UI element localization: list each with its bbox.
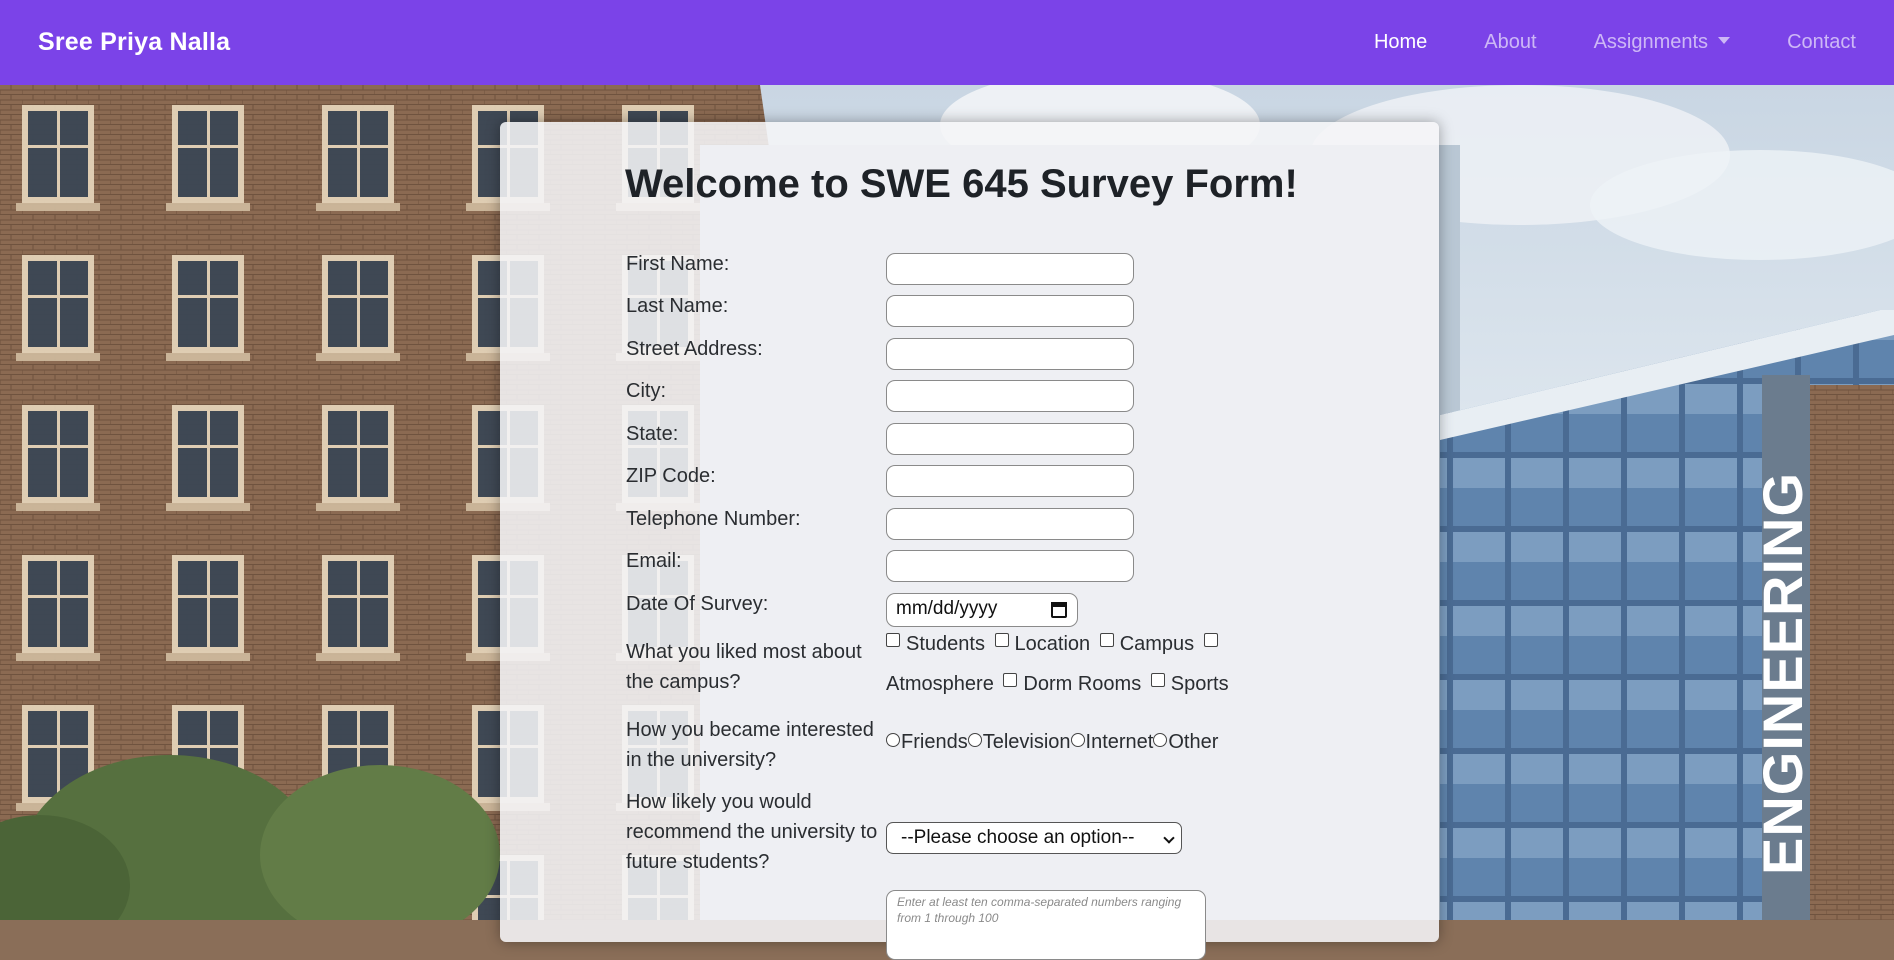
liked-most-options-row1: Students Location Campus bbox=[886, 633, 1224, 656]
atmosphere-checkbox[interactable] bbox=[1203, 633, 1218, 647]
interest-options: Friends Television Internet Other bbox=[886, 731, 1218, 754]
street-address-label: Street Address: bbox=[626, 338, 763, 360]
friends-radio[interactable] bbox=[886, 733, 900, 747]
email-label: Email: bbox=[626, 550, 682, 572]
atmosphere-option-label: Atmosphere bbox=[886, 673, 994, 695]
date-of-survey-label: Date Of Survey: bbox=[626, 593, 769, 615]
location-checkbox[interactable] bbox=[994, 633, 1009, 647]
dorm-rooms-checkbox[interactable] bbox=[1003, 673, 1018, 687]
date-of-survey-input[interactable]: mm/dd/yyyy bbox=[886, 593, 1078, 627]
chevron-down-icon bbox=[1163, 832, 1175, 844]
email-input[interactable] bbox=[886, 550, 1134, 582]
caret-down-icon bbox=[1718, 37, 1731, 44]
sports-checkbox[interactable] bbox=[1150, 673, 1165, 687]
numbers-placeholder: Enter at least ten comma-separated numbe… bbox=[897, 895, 1182, 925]
liked-most-options-row2: Atmosphere Dorm Rooms Sports bbox=[886, 673, 1233, 696]
nav-contact-link[interactable]: Contact bbox=[1787, 31, 1856, 54]
location-option-label: Location bbox=[1014, 633, 1091, 655]
street-address-input[interactable] bbox=[886, 338, 1134, 370]
telephone-label: Telephone Number: bbox=[626, 508, 801, 530]
state-label: State: bbox=[626, 423, 679, 445]
top-navbar: Sree Priya Nalla Home About Assignments … bbox=[0, 0, 1894, 85]
nav-links: Home About Assignments Contact bbox=[1317, 31, 1856, 54]
liked-most-label-line1: What you liked most about bbox=[626, 641, 862, 663]
campus-option-label: Campus bbox=[1119, 633, 1195, 655]
date-placeholder: mm/dd/yyyy bbox=[896, 598, 998, 619]
internet-radio[interactable] bbox=[1070, 733, 1085, 747]
nav-home-link[interactable]: Home bbox=[1374, 31, 1427, 54]
telephone-input[interactable] bbox=[886, 508, 1134, 540]
internet-option-label: Internet bbox=[1085, 731, 1154, 753]
liked-most-label-line2: the campus? bbox=[626, 671, 741, 693]
sports-option-label: Sports bbox=[1170, 673, 1229, 695]
recommend-label-line1: How likely you would bbox=[626, 791, 812, 813]
other-radio[interactable] bbox=[1153, 733, 1168, 747]
friends-option-label: Friends bbox=[901, 731, 968, 753]
television-radio[interactable] bbox=[967, 733, 982, 747]
city-label: City: bbox=[626, 380, 666, 402]
students-option-label: Students bbox=[906, 633, 985, 655]
other-option-label: Other bbox=[1168, 731, 1219, 753]
zip-code-input[interactable] bbox=[886, 465, 1134, 497]
nav-about-link[interactable]: About bbox=[1484, 31, 1536, 54]
recommend-label-line3: future students? bbox=[626, 851, 770, 873]
engineering-sign-text: ENGINEERING bbox=[1751, 472, 1814, 875]
city-input[interactable] bbox=[886, 380, 1134, 412]
last-name-label: Last Name: bbox=[626, 295, 729, 317]
recommend-label-line2: recommend the university to bbox=[626, 821, 878, 843]
interest-label-line1: How you became interested bbox=[626, 719, 874, 741]
nav-assignments-dropdown[interactable]: Assignments bbox=[1594, 31, 1731, 54]
recommend-select[interactable]: --Please choose an option-- bbox=[886, 822, 1182, 854]
brand-name[interactable]: Sree Priya Nalla bbox=[38, 28, 230, 57]
numbers-textarea[interactable]: Enter at least ten comma-separated numbe… bbox=[886, 890, 1206, 960]
recommend-selected-value: --Please choose an option-- bbox=[901, 827, 1135, 848]
nav-assignments-label: Assignments bbox=[1593, 31, 1709, 53]
first-name-label: First Name: bbox=[626, 253, 730, 275]
television-option-label: Television bbox=[982, 731, 1071, 753]
state-input[interactable] bbox=[886, 423, 1134, 455]
first-name-input[interactable] bbox=[886, 253, 1134, 285]
zip-code-label: ZIP Code: bbox=[626, 465, 716, 487]
students-checkbox[interactable] bbox=[886, 633, 900, 647]
campus-checkbox[interactable] bbox=[1099, 633, 1114, 647]
page-title: Welcome to SWE 645 Survey Form! bbox=[625, 162, 1298, 206]
interest-label-line2: in the university? bbox=[626, 749, 777, 771]
survey-form-card: Welcome to SWE 645 Survey Form! First Na… bbox=[500, 122, 1439, 960]
dorm-rooms-option-label: Dorm Rooms bbox=[1023, 673, 1142, 695]
calendar-icon[interactable] bbox=[1051, 602, 1067, 618]
last-name-input[interactable] bbox=[886, 295, 1134, 327]
